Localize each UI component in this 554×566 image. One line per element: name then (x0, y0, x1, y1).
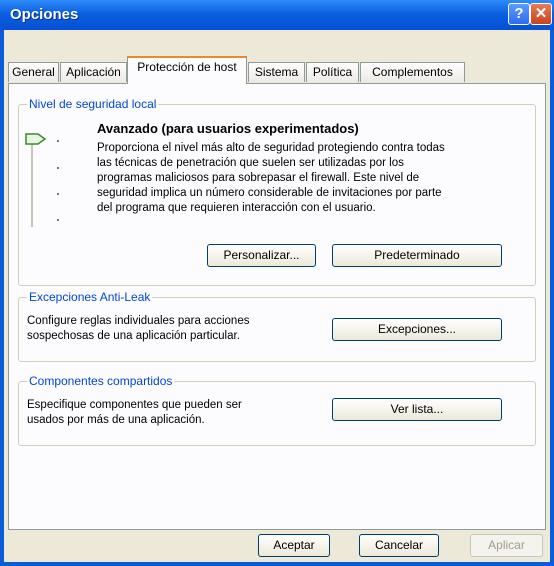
local-security-group: Nivel de seguridad local Avanzado (para … (18, 97, 536, 286)
shared-components-group: Componentes compartidos Especifique comp… (18, 374, 536, 446)
window-title: Opciones (10, 6, 79, 23)
security-level-slider[interactable] (19, 105, 79, 245)
dialog-body: General Aplicación Protección de host Si… (4, 30, 550, 562)
slider-thumb-icon[interactable] (25, 132, 47, 146)
security-desc-line-5: del programa que requieren interacción c… (97, 202, 376, 214)
security-desc-line-4: seguridad implica un número considerable… (97, 187, 442, 199)
antileak-desc-line-2: sospechosas de una aplicación particular… (27, 330, 240, 342)
title-bar[interactable]: Opciones ? ✕ (0, 0, 554, 30)
tab-panel: Nivel de seguridad local Avanzado (para … (8, 83, 546, 530)
close-button[interactable]: ✕ (530, 3, 552, 25)
antileak-legend: Excepciones Anti-Leak (27, 290, 153, 304)
exceptions-button[interactable]: Excepciones... (332, 318, 502, 341)
tab-politica[interactable]: Política (306, 62, 359, 82)
apply-button[interactable]: Aplicar (470, 534, 543, 557)
security-desc-line-3: programas maliciosos para sobrepasar el … (97, 172, 420, 184)
slider-tick (57, 140, 59, 142)
view-list-button[interactable]: Ver lista... (332, 398, 502, 421)
ok-button[interactable]: Aceptar (258, 534, 330, 557)
tab-sistema[interactable]: Sistema (248, 62, 305, 82)
tab-general[interactable]: General (8, 62, 59, 82)
customize-button[interactable]: Personalizar... (207, 244, 316, 267)
slider-track (31, 139, 33, 227)
security-desc-line-1: Proporciona el nivel más alto de segurid… (97, 142, 445, 154)
shared-desc-line-1: Especifique componentes que pueden ser (27, 399, 242, 411)
shared-desc-line-2: usados por más de una aplicación. (27, 414, 205, 426)
default-button[interactable]: Predeterminado (332, 244, 502, 267)
antileak-desc-line-1: Configure reglas individuales para accio… (27, 315, 250, 327)
shared-components-legend: Componentes compartidos (27, 374, 175, 388)
tab-proteccion-de-host[interactable]: Protección de host (127, 56, 247, 84)
cancel-button[interactable]: Cancelar (359, 534, 439, 557)
help-button[interactable]: ? (508, 3, 530, 25)
slider-tick (57, 167, 59, 169)
security-desc-line-2: las técnicas de penetración que suelen s… (97, 157, 404, 169)
tab-aplicacion[interactable]: Aplicación (60, 62, 127, 82)
antileak-group: Excepciones Anti-Leak Configure reglas i… (18, 290, 536, 362)
options-dialog: Opciones ? ✕ General Aplicación Protecci… (0, 0, 554, 566)
security-level-title: Avanzado (para usuarios experimentados) (97, 121, 359, 136)
tab-complementos[interactable]: Complementos (360, 62, 465, 82)
slider-tick (57, 219, 59, 221)
slider-tick (57, 193, 59, 195)
